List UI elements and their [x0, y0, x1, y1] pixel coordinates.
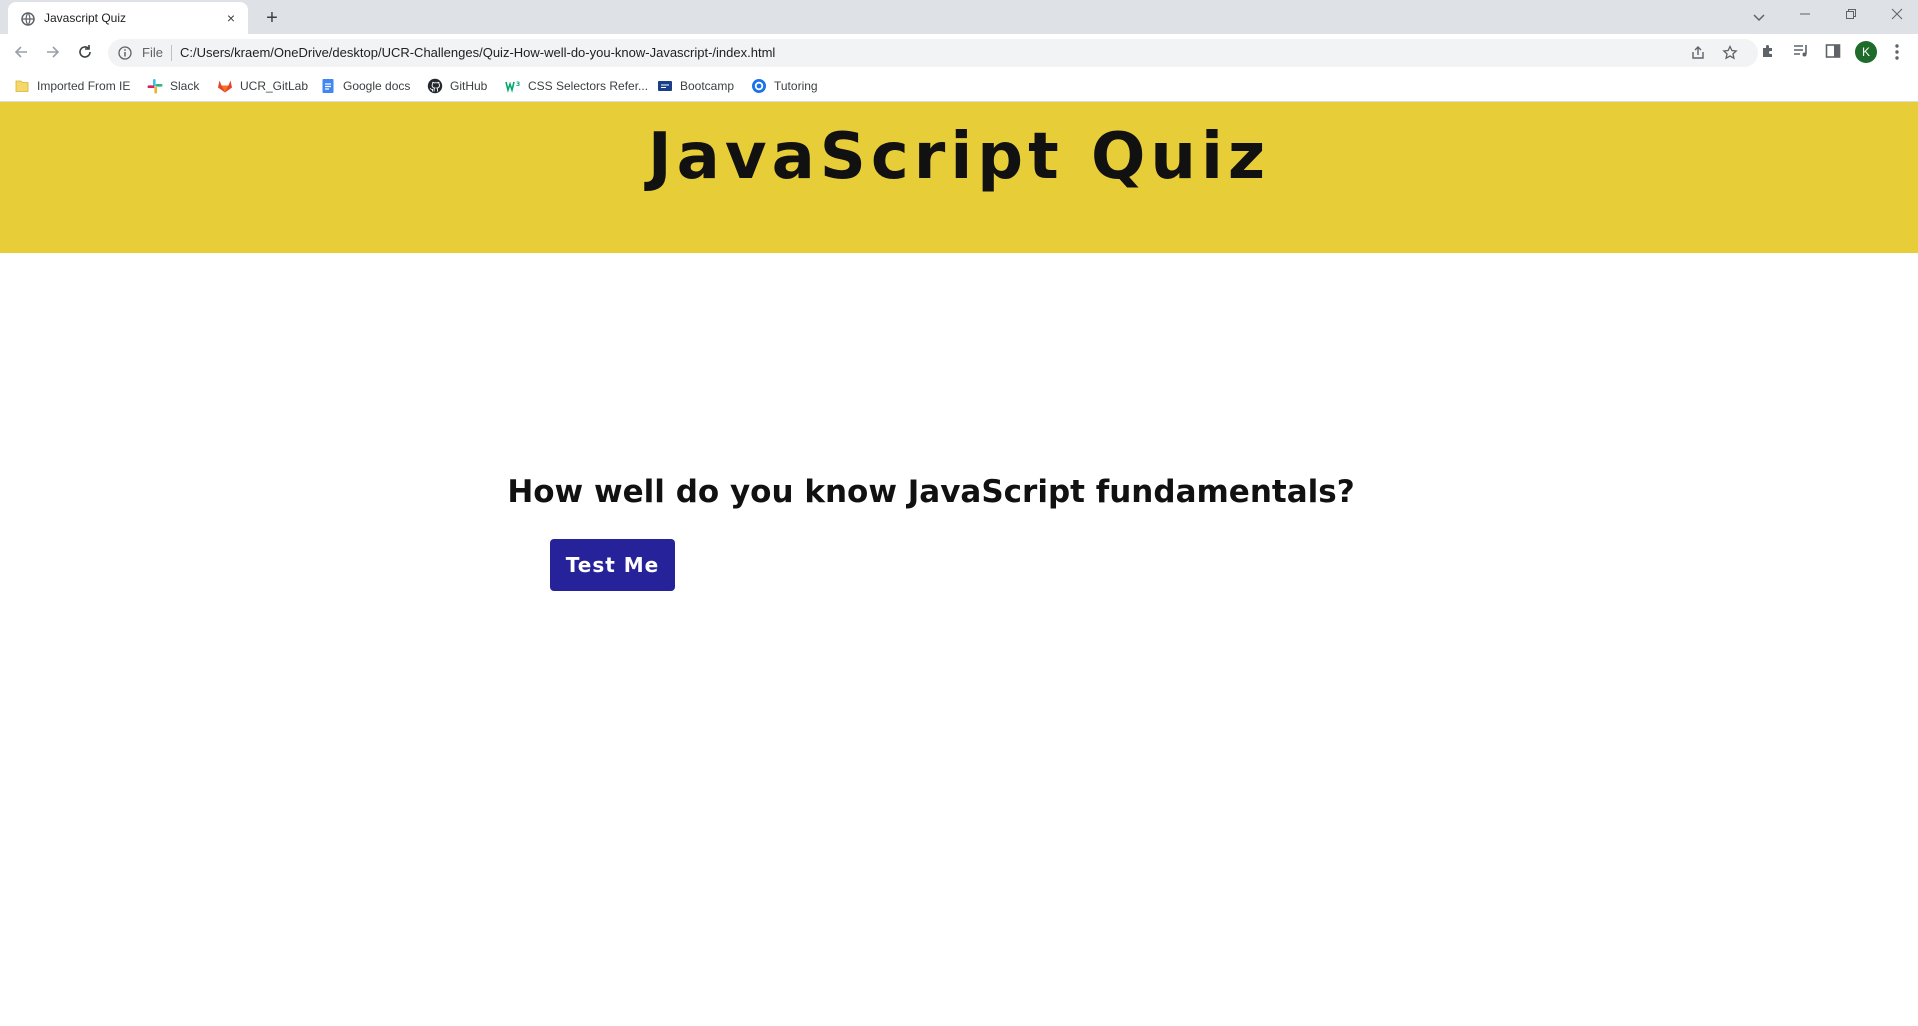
browser-toolbar: File C:/Users/kraem/OneDrive/desktop/UCR…: [0, 34, 1918, 70]
bookmark-slack[interactable]: Slack: [147, 77, 199, 95]
minimize-icon: [1800, 13, 1810, 15]
folder-icon: [15, 80, 29, 92]
back-button[interactable]: [7, 38, 35, 66]
tab-close-icon[interactable]: ×: [222, 9, 240, 27]
bookmark-label: UCR_GitLab: [240, 79, 309, 93]
extensions-puzzle-icon[interactable]: [1760, 42, 1778, 60]
globe-icon: [21, 12, 35, 26]
bookmarks-bar: Imported From IE Slack UCR_GitLab Google…: [0, 70, 1918, 102]
info-icon[interactable]: [118, 46, 132, 60]
share-icon[interactable]: [1690, 45, 1706, 61]
bookmark-label: Slack: [170, 79, 200, 93]
bookmark-ucr-gitlab[interactable]: UCR_GitLab: [217, 77, 308, 95]
reload-button[interactable]: [71, 38, 99, 66]
quiz-question-heading: How well do you know JavaScript fundamen…: [507, 474, 1355, 510]
google-docs-icon: [322, 79, 334, 93]
reload-icon: [79, 45, 91, 58]
test-me-button[interactable]: Test Me: [550, 539, 675, 591]
address-bar[interactable]: File C:/Users/kraem/OneDrive/desktop/UCR…: [108, 39, 1758, 67]
bookmark-github[interactable]: GitHub: [427, 77, 487, 95]
tab-search-icon[interactable]: [1748, 6, 1770, 28]
bookmark-tutoring[interactable]: Tutoring: [751, 77, 818, 95]
side-panel-icon[interactable]: [1824, 42, 1842, 60]
media-controls-icon[interactable]: [1792, 42, 1810, 60]
forward-arrow-icon: [47, 46, 60, 58]
forward-button[interactable]: [39, 38, 67, 66]
github-icon: [427, 78, 443, 94]
bookmark-label: Bootcamp: [680, 79, 735, 93]
minimize-button[interactable]: [1782, 0, 1828, 28]
bookmark-google-docs[interactable]: Google docs: [320, 77, 410, 95]
bootcamp-icon: [658, 81, 672, 91]
restore-icon: [1846, 9, 1856, 19]
close-window-button[interactable]: [1874, 0, 1918, 28]
browser-tab[interactable]: Javascript Quiz ×: [8, 2, 248, 34]
chip-divider: [171, 45, 172, 61]
bookmark-star-icon[interactable]: [1722, 45, 1738, 61]
bookmark-label: CSS Selectors Refer...: [528, 79, 649, 93]
page-title: JavaScript Quiz: [647, 120, 1271, 194]
page-content: JavaScript Quiz How well do you know Jav…: [0, 102, 1918, 1026]
profile-avatar[interactable]: K: [1855, 41, 1877, 63]
slack-icon: [147, 79, 163, 94]
bookmark-label: GitHub: [450, 79, 488, 93]
w3schools-icon: 3: [505, 81, 520, 93]
header-banner: JavaScript Quiz: [0, 102, 1918, 253]
bookmark-css-selectors[interactable]: 3 CSS Selectors Refer...: [505, 77, 648, 95]
tab-title: Javascript Quiz: [44, 11, 127, 25]
kebab-menu-icon[interactable]: [1888, 42, 1906, 62]
scheme-chip: File: [142, 45, 163, 60]
tutoring-icon: [752, 79, 766, 93]
bookmark-imported-from-ie[interactable]: Imported From IE: [14, 77, 130, 95]
url-text[interactable]: C:/Users/kraem/OneDrive/desktop/UCR-Chal…: [180, 45, 775, 60]
new-tab-button[interactable]: +: [260, 6, 284, 30]
close-icon: [1891, 8, 1903, 20]
bookmark-bootcamp[interactable]: Bootcamp: [657, 77, 734, 95]
bookmark-label: Google docs: [343, 79, 411, 93]
svg-text:3: 3: [516, 81, 520, 88]
restore-button[interactable]: [1828, 0, 1874, 28]
gitlab-icon: [218, 80, 232, 93]
bookmark-label: Imported From IE: [37, 79, 131, 93]
bookmark-label: Tutoring: [774, 79, 818, 93]
back-arrow-icon: [14, 46, 27, 58]
tab-strip: Javascript Quiz × +: [0, 0, 1918, 34]
